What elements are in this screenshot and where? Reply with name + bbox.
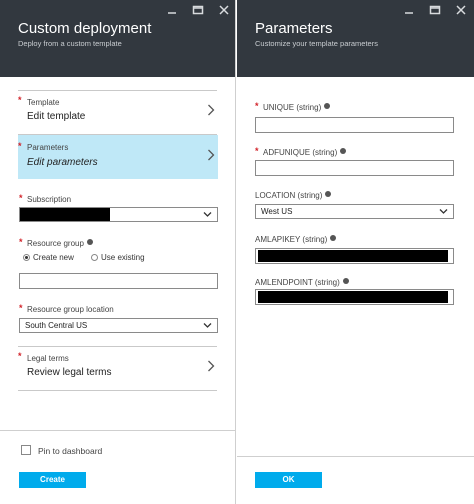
adfunique-label-text: ADFUNIQUE (string)	[263, 148, 338, 157]
redacted-value	[258, 250, 448, 262]
required-marker: *	[19, 193, 23, 203]
amlapikey-input[interactable]	[255, 248, 454, 264]
minimize-icon[interactable]	[403, 4, 417, 16]
pin-to-dashboard-label: Pin to dashboard	[38, 446, 103, 456]
location-label-text: LOCATION (string)	[255, 191, 323, 200]
blade-title: Parameters	[255, 20, 333, 37]
close-icon[interactable]	[455, 4, 469, 16]
amlapikey-label: AMLAPIKEY (string)	[255, 235, 337, 244]
create-new-label: Create new	[33, 253, 74, 262]
required-marker: *	[19, 237, 23, 247]
template-label: Template	[27, 98, 60, 107]
legal-terms-item[interactable]: * Legal terms Review legal terms	[18, 348, 218, 388]
chevron-down-icon	[203, 212, 212, 217]
footer-divider	[0, 430, 235, 431]
unique-label-text: UNIQUE (string)	[263, 103, 322, 112]
footer-divider	[237, 456, 474, 457]
required-marker: *	[18, 351, 22, 361]
amlendpoint-label: AMLENDPOINT (string)	[255, 278, 349, 287]
chevron-right-icon	[208, 104, 215, 116]
use-existing-radio[interactable]: Use existing	[91, 253, 145, 262]
info-icon	[324, 103, 331, 109]
chevron-right-icon	[208, 360, 215, 372]
create-button[interactable]: Create	[19, 472, 86, 488]
location-select[interactable]: West US	[255, 204, 454, 219]
adfunique-input[interactable]	[255, 160, 454, 176]
chevron-down-icon	[439, 209, 448, 214]
redacted-value	[258, 291, 448, 303]
location-value: West US	[261, 207, 293, 216]
use-existing-label: Use existing	[101, 253, 145, 262]
radio-unselected-icon	[91, 254, 98, 261]
blade-header: Custom deployment Deploy from a custom t…	[0, 0, 235, 77]
maximize-icon[interactable]	[192, 4, 206, 16]
location-value: South Central US	[25, 321, 88, 330]
maximize-icon[interactable]	[429, 4, 443, 16]
parameters-blade: Parameters Customize your template param…	[237, 0, 474, 504]
info-icon	[330, 235, 337, 241]
info-icon	[325, 191, 332, 197]
info-icon	[342, 278, 349, 284]
location-select[interactable]: South Central US	[19, 318, 218, 333]
parameters-value: Edit parameters	[27, 157, 98, 168]
minimize-icon[interactable]	[166, 4, 180, 16]
subscription-select[interactable]	[19, 207, 218, 222]
template-item[interactable]: * Template Edit template	[18, 92, 218, 132]
subscription-label: Subscription	[27, 195, 72, 204]
resource-group-input[interactable]	[19, 273, 218, 289]
create-new-radio[interactable]: Create new	[23, 253, 74, 262]
ok-button[interactable]: OK	[255, 472, 322, 488]
custom-deployment-blade: Custom deployment Deploy from a custom t…	[0, 0, 236, 504]
blade-subtitle: Customize your template parameters	[255, 39, 378, 48]
info-icon	[86, 239, 93, 245]
blade-header: Parameters Customize your template param…	[237, 0, 474, 77]
adfunique-label: ADFUNIQUE (string)	[263, 148, 347, 157]
amlendpoint-label-text: AMLENDPOINT (string)	[255, 278, 340, 287]
pin-to-dashboard-checkbox[interactable]	[21, 445, 31, 455]
blade-title: Custom deployment	[18, 20, 152, 37]
blade-subtitle: Deploy from a custom template	[18, 39, 122, 48]
required-marker: *	[255, 146, 259, 156]
chevron-down-icon	[203, 323, 212, 328]
divider	[18, 90, 217, 91]
chevron-right-icon	[208, 149, 215, 161]
amlapikey-label-text: AMLAPIKEY (string)	[255, 235, 328, 244]
location-label: LOCATION (string)	[255, 191, 332, 200]
radio-selected-icon	[23, 254, 30, 261]
legal-terms-label: Legal terms	[27, 354, 69, 363]
resource-group-label: Resource group	[27, 239, 93, 248]
template-value: Edit template	[27, 111, 86, 122]
required-marker: *	[18, 95, 22, 105]
parameters-label: Parameters	[27, 143, 69, 152]
amlendpoint-input[interactable]	[255, 289, 454, 305]
legal-terms-value: Review legal terms	[27, 367, 112, 378]
resource-group-label-text: Resource group	[27, 239, 84, 248]
divider	[18, 346, 217, 347]
close-icon[interactable]	[218, 4, 232, 16]
redacted-value	[20, 208, 110, 221]
required-marker: *	[255, 101, 259, 111]
info-icon	[340, 148, 347, 154]
required-marker: *	[19, 303, 23, 313]
parameters-item[interactable]: * Parameters Edit parameters	[18, 135, 218, 179]
divider	[18, 390, 217, 391]
unique-label: UNIQUE (string)	[263, 103, 331, 112]
unique-input[interactable]	[255, 117, 454, 133]
required-marker: *	[18, 141, 22, 151]
location-label: Resource group location	[27, 305, 114, 314]
